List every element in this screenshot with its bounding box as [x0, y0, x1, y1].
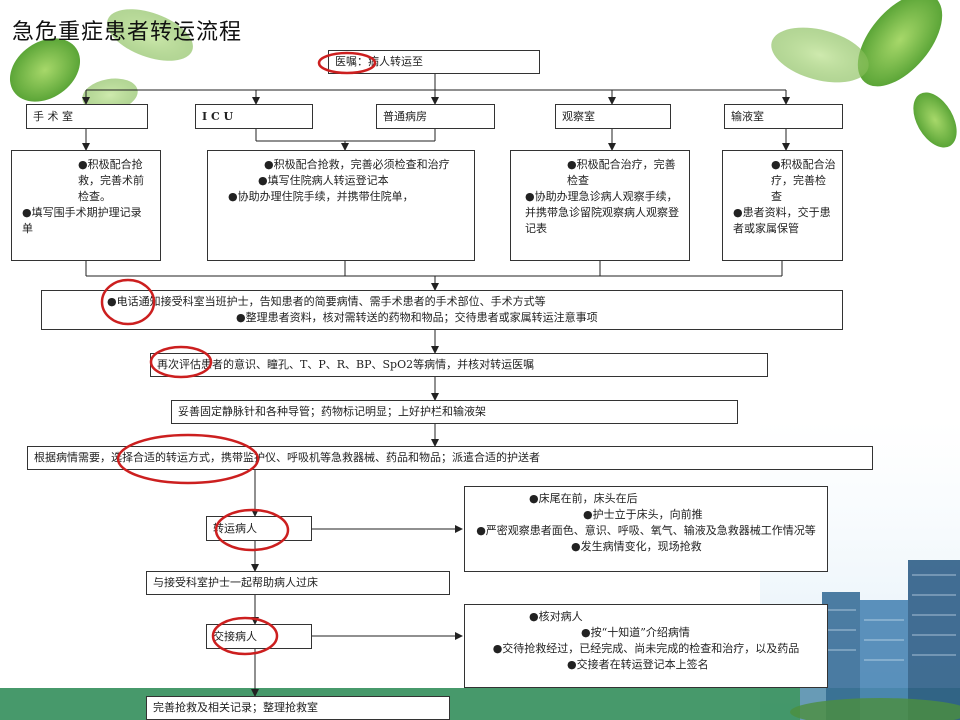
- highlight-circle-reassess: [149, 345, 213, 379]
- highlight-circle-transport: [214, 508, 290, 552]
- highlight-circle-phone: [100, 278, 156, 326]
- highlight-circle-order: [317, 51, 377, 75]
- highlight-circle-handover: [211, 616, 279, 656]
- highlight-circle-transport-mode: [116, 433, 260, 485]
- highlight-circles: [100, 51, 377, 656]
